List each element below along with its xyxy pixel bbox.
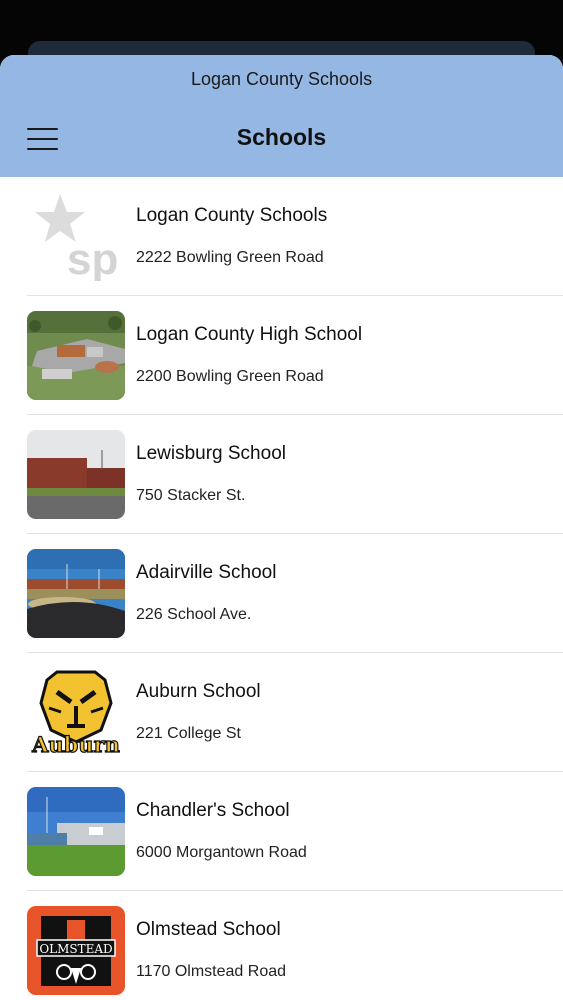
school-driveway-photo (27, 549, 125, 638)
page-title: Schools (236, 124, 327, 150)
school-name: Auburn School (136, 681, 261, 702)
school-address: 2222 Bowling Green Road (136, 249, 324, 266)
school-row-auburn-school[interactable]: Auburn Auburn School 221 College St (0, 653, 563, 772)
school-address: 226 School Ave. (136, 606, 252, 623)
school-address: 750 Stacker St. (136, 487, 246, 504)
aerial-campus-photo (27, 311, 125, 400)
school-address: 1170 Olmstead Road (136, 963, 287, 980)
school-list: sp Logan County Schools 2222 Bowling Gre… (0, 177, 563, 1000)
school-row-adairville-school[interactable]: Adairville School 226 School Ave. (0, 534, 563, 653)
header-bar: Logan County Schools Schools (0, 55, 563, 177)
schools-sheet: Logan County Schools Schools sp Logan Co… (0, 55, 563, 1000)
school-name: Adairville School (136, 562, 277, 583)
svg-text:sp: sp (67, 235, 118, 281)
svg-text:Auburn: Auburn (31, 732, 120, 757)
school-name: Olmstead School (136, 919, 281, 940)
school-row-logan-county-high-school[interactable]: Logan County High School 2200 Bowling Gr… (0, 296, 563, 415)
modern-building-photo (27, 787, 125, 876)
svg-text:OLMSTEAD: OLMSTEAD (39, 942, 112, 956)
brick-building-photo (27, 430, 125, 519)
school-name: Logan County High School (136, 324, 363, 345)
school-address: 221 College St (136, 725, 241, 742)
school-address: 6000 Morgantown Road (136, 844, 307, 861)
school-name: Logan County Schools (136, 205, 328, 226)
sp-logo-icon: sp (27, 192, 125, 281)
school-row-logan-county-schools[interactable]: sp Logan County Schools 2222 Bowling Gre… (0, 177, 563, 296)
school-row-chandlers-school[interactable]: Chandler's School 6000 Morgantown Road (0, 772, 563, 891)
tiger-logo-icon: Auburn (27, 668, 125, 757)
school-address: 2200 Bowling Green Road (136, 368, 324, 385)
school-row-olmstead-school[interactable]: OLMSTEAD Olmstead School 1170 Olmstead R… (0, 891, 563, 1000)
school-name: Lewisburg School (136, 443, 286, 464)
app-title: Logan County Schools (190, 69, 373, 89)
school-name: Chandler's School (136, 800, 290, 821)
school-row-lewisburg-school[interactable]: Lewisburg School 750 Stacker St. (0, 415, 563, 534)
ram-logo-icon: OLMSTEAD (27, 906, 125, 995)
